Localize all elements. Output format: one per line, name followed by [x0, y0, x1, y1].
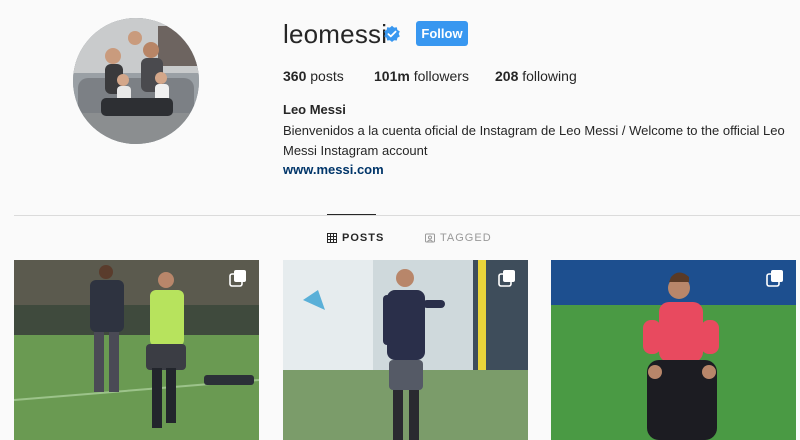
tab-posts[interactable]: POSTS	[327, 232, 384, 244]
profile-username: leomessi	[283, 19, 388, 49]
active-tab-indicator	[327, 214, 376, 215]
follow-button[interactable]: Follow	[416, 21, 468, 46]
post-tile[interactable]	[14, 260, 259, 440]
tab-tagged[interactable]: TAGGED	[425, 232, 492, 244]
following-count[interactable]: 208 following	[495, 68, 577, 84]
following-count-value: 208	[495, 68, 519, 84]
followers-count-value: 101m	[374, 68, 410, 84]
grid-icon	[327, 233, 337, 243]
tag-icon	[425, 233, 435, 243]
profile-website-link[interactable]: www.messi.com	[283, 162, 384, 177]
multiple-photos-icon	[498, 270, 515, 287]
tab-posts-label: POSTS	[342, 232, 385, 244]
profile-full-name: Leo Messi	[283, 102, 346, 117]
followers-count[interactable]: 101m followers	[374, 68, 469, 84]
post-image	[551, 260, 796, 440]
post-image	[283, 260, 528, 440]
tab-tagged-label: TAGGED	[440, 232, 492, 244]
verified-badge-icon	[384, 25, 400, 42]
multiple-photos-icon	[229, 270, 246, 287]
post-tile[interactable]	[551, 260, 796, 440]
profile-bio: Bienvenidos a la cuenta oficial de Insta…	[283, 123, 785, 158]
profile-avatar[interactable]	[73, 18, 199, 144]
following-count-label: following	[522, 68, 577, 84]
post-image	[14, 260, 259, 440]
posts-count-value: 360	[283, 68, 307, 84]
post-tile[interactable]	[283, 260, 528, 440]
family-photo	[73, 18, 199, 144]
posts-count-label: posts	[310, 68, 344, 84]
tabs-divider	[14, 215, 800, 216]
followers-count-label: followers	[413, 68, 469, 84]
multiple-photos-icon	[766, 270, 783, 287]
posts-count: 360 posts	[283, 68, 344, 84]
